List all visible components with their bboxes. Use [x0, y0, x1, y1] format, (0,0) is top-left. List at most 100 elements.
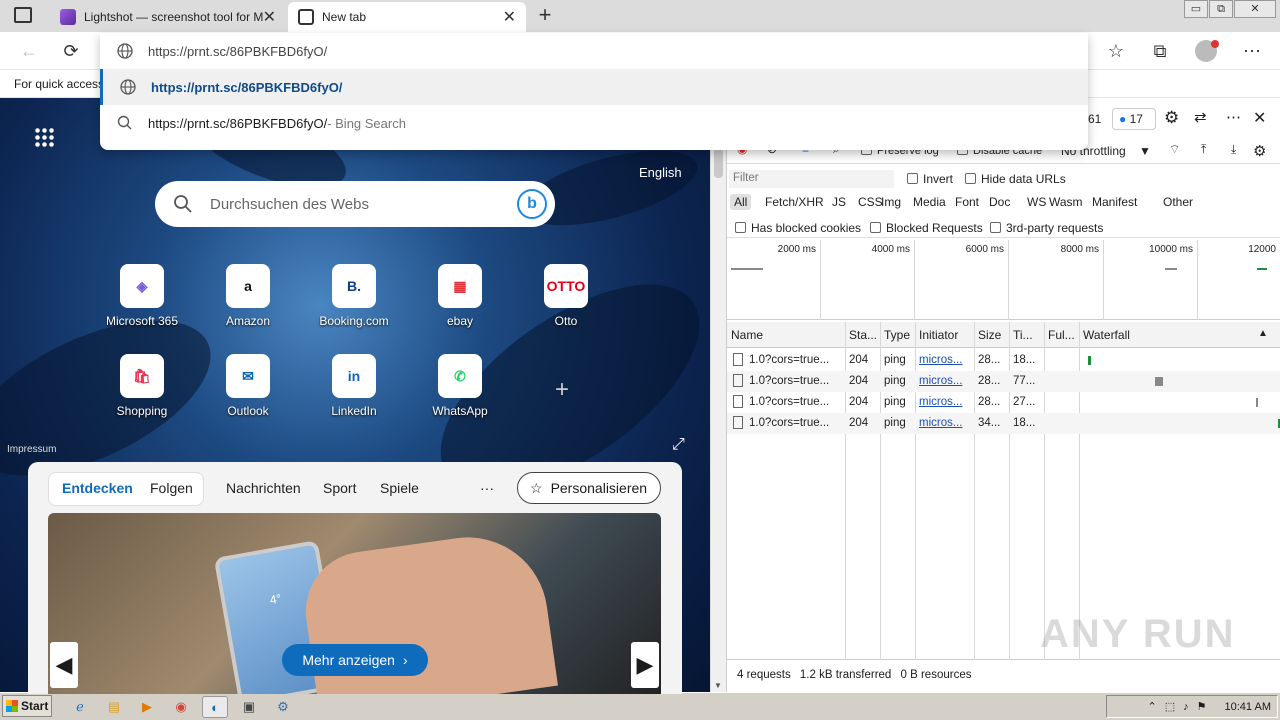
- network-conditions-icon[interactable]: ⌔: [1169, 142, 1180, 157]
- blocked-requests-checkbox[interactable]: Blocked Requests: [870, 221, 983, 235]
- start-button[interactable]: Start: [2, 695, 52, 717]
- tab-actions-icon[interactable]: [14, 7, 32, 23]
- quick-link-amazon[interactable]: a Amazon: [206, 264, 290, 328]
- tab-folgen[interactable]: Folgen: [150, 480, 193, 496]
- quick-link-linkedin[interactable]: in LinkedIn: [312, 354, 396, 418]
- type-filter-other[interactable]: Other: [1159, 194, 1197, 210]
- cell-status: 204: [849, 417, 869, 429]
- cell-initiator[interactable]: micros...: [919, 375, 962, 387]
- page-scrollbar[interactable]: ▼: [710, 140, 726, 692]
- column-header-name[interactable]: Name: [731, 328, 763, 342]
- column-header-initiator[interactable]: Initiator: [919, 328, 958, 342]
- edge-icon[interactable]: ◐: [202, 696, 228, 718]
- cell-initiator[interactable]: micros...: [919, 396, 962, 408]
- cell-type: ping: [884, 396, 906, 408]
- new-tab-button[interactable]: +: [534, 2, 556, 28]
- quick-link-shopping[interactable]: 🛍 Shopping: [100, 354, 184, 418]
- issues-badge[interactable]: ● 17: [1112, 108, 1156, 130]
- type-filter-font[interactable]: Font: [951, 194, 983, 210]
- network-icon[interactable]: ⬚: [1165, 700, 1175, 713]
- column-header-ti[interactable]: Ti...: [1013, 328, 1033, 342]
- quick-link-whatsapp[interactable]: ✆ WhatsApp: [418, 354, 502, 418]
- favorites-icon[interactable]: ☆: [1105, 40, 1127, 62]
- devtools-more-icon[interactable]: ⋯: [1226, 108, 1241, 126]
- tab-nachrichten[interactable]: Nachrichten: [226, 480, 301, 496]
- quick-link-microsoft-365[interactable]: ◈ Microsoft 365: [100, 264, 184, 328]
- type-filter-fetch-xhr[interactable]: Fetch/XHR: [761, 194, 828, 210]
- more-tabs-icon[interactable]: ···: [480, 480, 494, 496]
- close-window-button[interactable]: ✕: [1234, 0, 1276, 18]
- restore-button[interactable]: ⧉: [1209, 0, 1233, 18]
- hide-data-urls-checkbox[interactable]: Hide data URLs: [965, 172, 1066, 186]
- quick-link-ebay[interactable]: ▦ ebay: [418, 264, 502, 328]
- sort-ascending-icon[interactable]: ▲: [1258, 328, 1268, 339]
- more-button[interactable]: Mehr anzeigen ›: [282, 644, 428, 676]
- column-header-type[interactable]: Type: [884, 328, 910, 342]
- cell-initiator[interactable]: micros...: [919, 354, 962, 366]
- close-tab-icon[interactable]: ✕: [503, 7, 516, 27]
- invert-checkbox[interactable]: Invert: [907, 172, 953, 186]
- type-filter-img[interactable]: Img: [877, 194, 905, 210]
- tab-spiele[interactable]: Spiele: [380, 480, 419, 496]
- carousel-next-button[interactable]: ▶: [631, 642, 659, 688]
- tab-entdecken[interactable]: Entdecken: [62, 480, 133, 496]
- settings-gear-icon[interactable]: ⚙: [1164, 108, 1179, 128]
- tab-sport[interactable]: Sport: [323, 480, 356, 496]
- bing-icon[interactable]: b: [517, 189, 547, 219]
- import-har-icon[interactable]: ⤒: [1201, 142, 1206, 157]
- filter-input[interactable]: Filter: [729, 170, 894, 188]
- refresh-icon[interactable]: ⟳: [60, 40, 82, 62]
- column-header-waterfall[interactable]: Waterfall: [1083, 328, 1130, 342]
- flag-icon[interactable]: ⚑: [1197, 700, 1207, 713]
- apps-grid-icon[interactable]: [34, 127, 54, 147]
- tab-new-tab[interactable]: New tab ✕: [288, 2, 526, 32]
- close-tab-icon[interactable]: ✕: [263, 7, 276, 27]
- dock-icon[interactable]: ⇄: [1194, 108, 1207, 126]
- has-blocked-cookies-checkbox[interactable]: Has blocked cookies: [735, 221, 861, 235]
- address-input[interactable]: https://prnt.sc/86PBKFBD6fyO/: [100, 33, 1088, 69]
- quick-link-otto[interactable]: OTTO Otto: [524, 264, 608, 328]
- third-party-checkbox[interactable]: 3rd-party requests: [990, 221, 1103, 235]
- ie-icon[interactable]: ℯ: [67, 696, 93, 718]
- personalize-button[interactable]: ☆ Personalisieren: [517, 472, 661, 504]
- more-menu-icon[interactable]: ⋯: [1241, 40, 1263, 62]
- quick-link-outlook[interactable]: ✉ Outlook: [206, 354, 290, 418]
- type-filter-js[interactable]: JS: [828, 194, 850, 210]
- devtools-close-icon[interactable]: ✕: [1253, 108, 1266, 128]
- back-icon[interactable]: ←: [18, 40, 40, 62]
- cell-initiator[interactable]: micros...: [919, 417, 962, 429]
- network-settings-icon[interactable]: ⚙: [1253, 142, 1266, 160]
- type-filter-doc[interactable]: Doc: [985, 194, 1014, 210]
- type-filter-wasm[interactable]: Wasm: [1045, 194, 1087, 210]
- type-filter-all[interactable]: All: [730, 194, 752, 210]
- tab-lightshot[interactable]: Lightshot — screenshot tool for Ma ✕: [50, 2, 286, 32]
- issues-partial-count[interactable]: 61: [1088, 112, 1101, 126]
- outlook-icon: ✉: [226, 354, 270, 398]
- export-har-icon[interactable]: ⤓: [1231, 142, 1236, 157]
- language-link[interactable]: English: [639, 165, 682, 180]
- media-player-icon[interactable]: ▶: [134, 696, 160, 718]
- column-header-ful[interactable]: Ful...: [1048, 328, 1075, 342]
- collections-icon[interactable]: ⧉: [1149, 40, 1171, 62]
- minimize-button[interactable]: ▭: [1184, 0, 1208, 18]
- tray-arrow-icon[interactable]: ⌃: [1148, 700, 1157, 713]
- suggestion-search[interactable]: https://prnt.sc/86PBKFBD6fyO/ - Bing Sea…: [100, 105, 1088, 141]
- volume-icon[interactable]: ♪: [1183, 701, 1189, 713]
- add-tile-button[interactable]: +: [555, 376, 569, 404]
- type-filter-manifest[interactable]: Manifest: [1088, 194, 1141, 210]
- column-header-size[interactable]: Size: [978, 328, 1001, 342]
- folder-icon[interactable]: ▤: [101, 696, 127, 718]
- cell-type: ping: [884, 354, 906, 366]
- avatar[interactable]: [1195, 40, 1219, 62]
- type-filter-media[interactable]: Media: [909, 194, 950, 210]
- expand-icon[interactable]: ⤢: [672, 436, 685, 454]
- column-header-sta[interactable]: Sta...: [849, 328, 877, 342]
- tool-app-icon[interactable]: ⚙: [270, 696, 296, 718]
- quick-link-booking-com[interactable]: B. Booking.com: [312, 264, 396, 328]
- chrome-icon[interactable]: ◉: [168, 696, 194, 718]
- impressum-link[interactable]: Impressum: [7, 444, 56, 455]
- window-app-icon[interactable]: ▣: [236, 696, 262, 718]
- suggestion-url[interactable]: https://prnt.sc/86PBKFBD6fyO/: [100, 69, 1088, 105]
- web-search-box[interactable]: Durchsuchen des Webs b: [155, 181, 555, 227]
- carousel-prev-button[interactable]: ◀: [50, 642, 78, 688]
